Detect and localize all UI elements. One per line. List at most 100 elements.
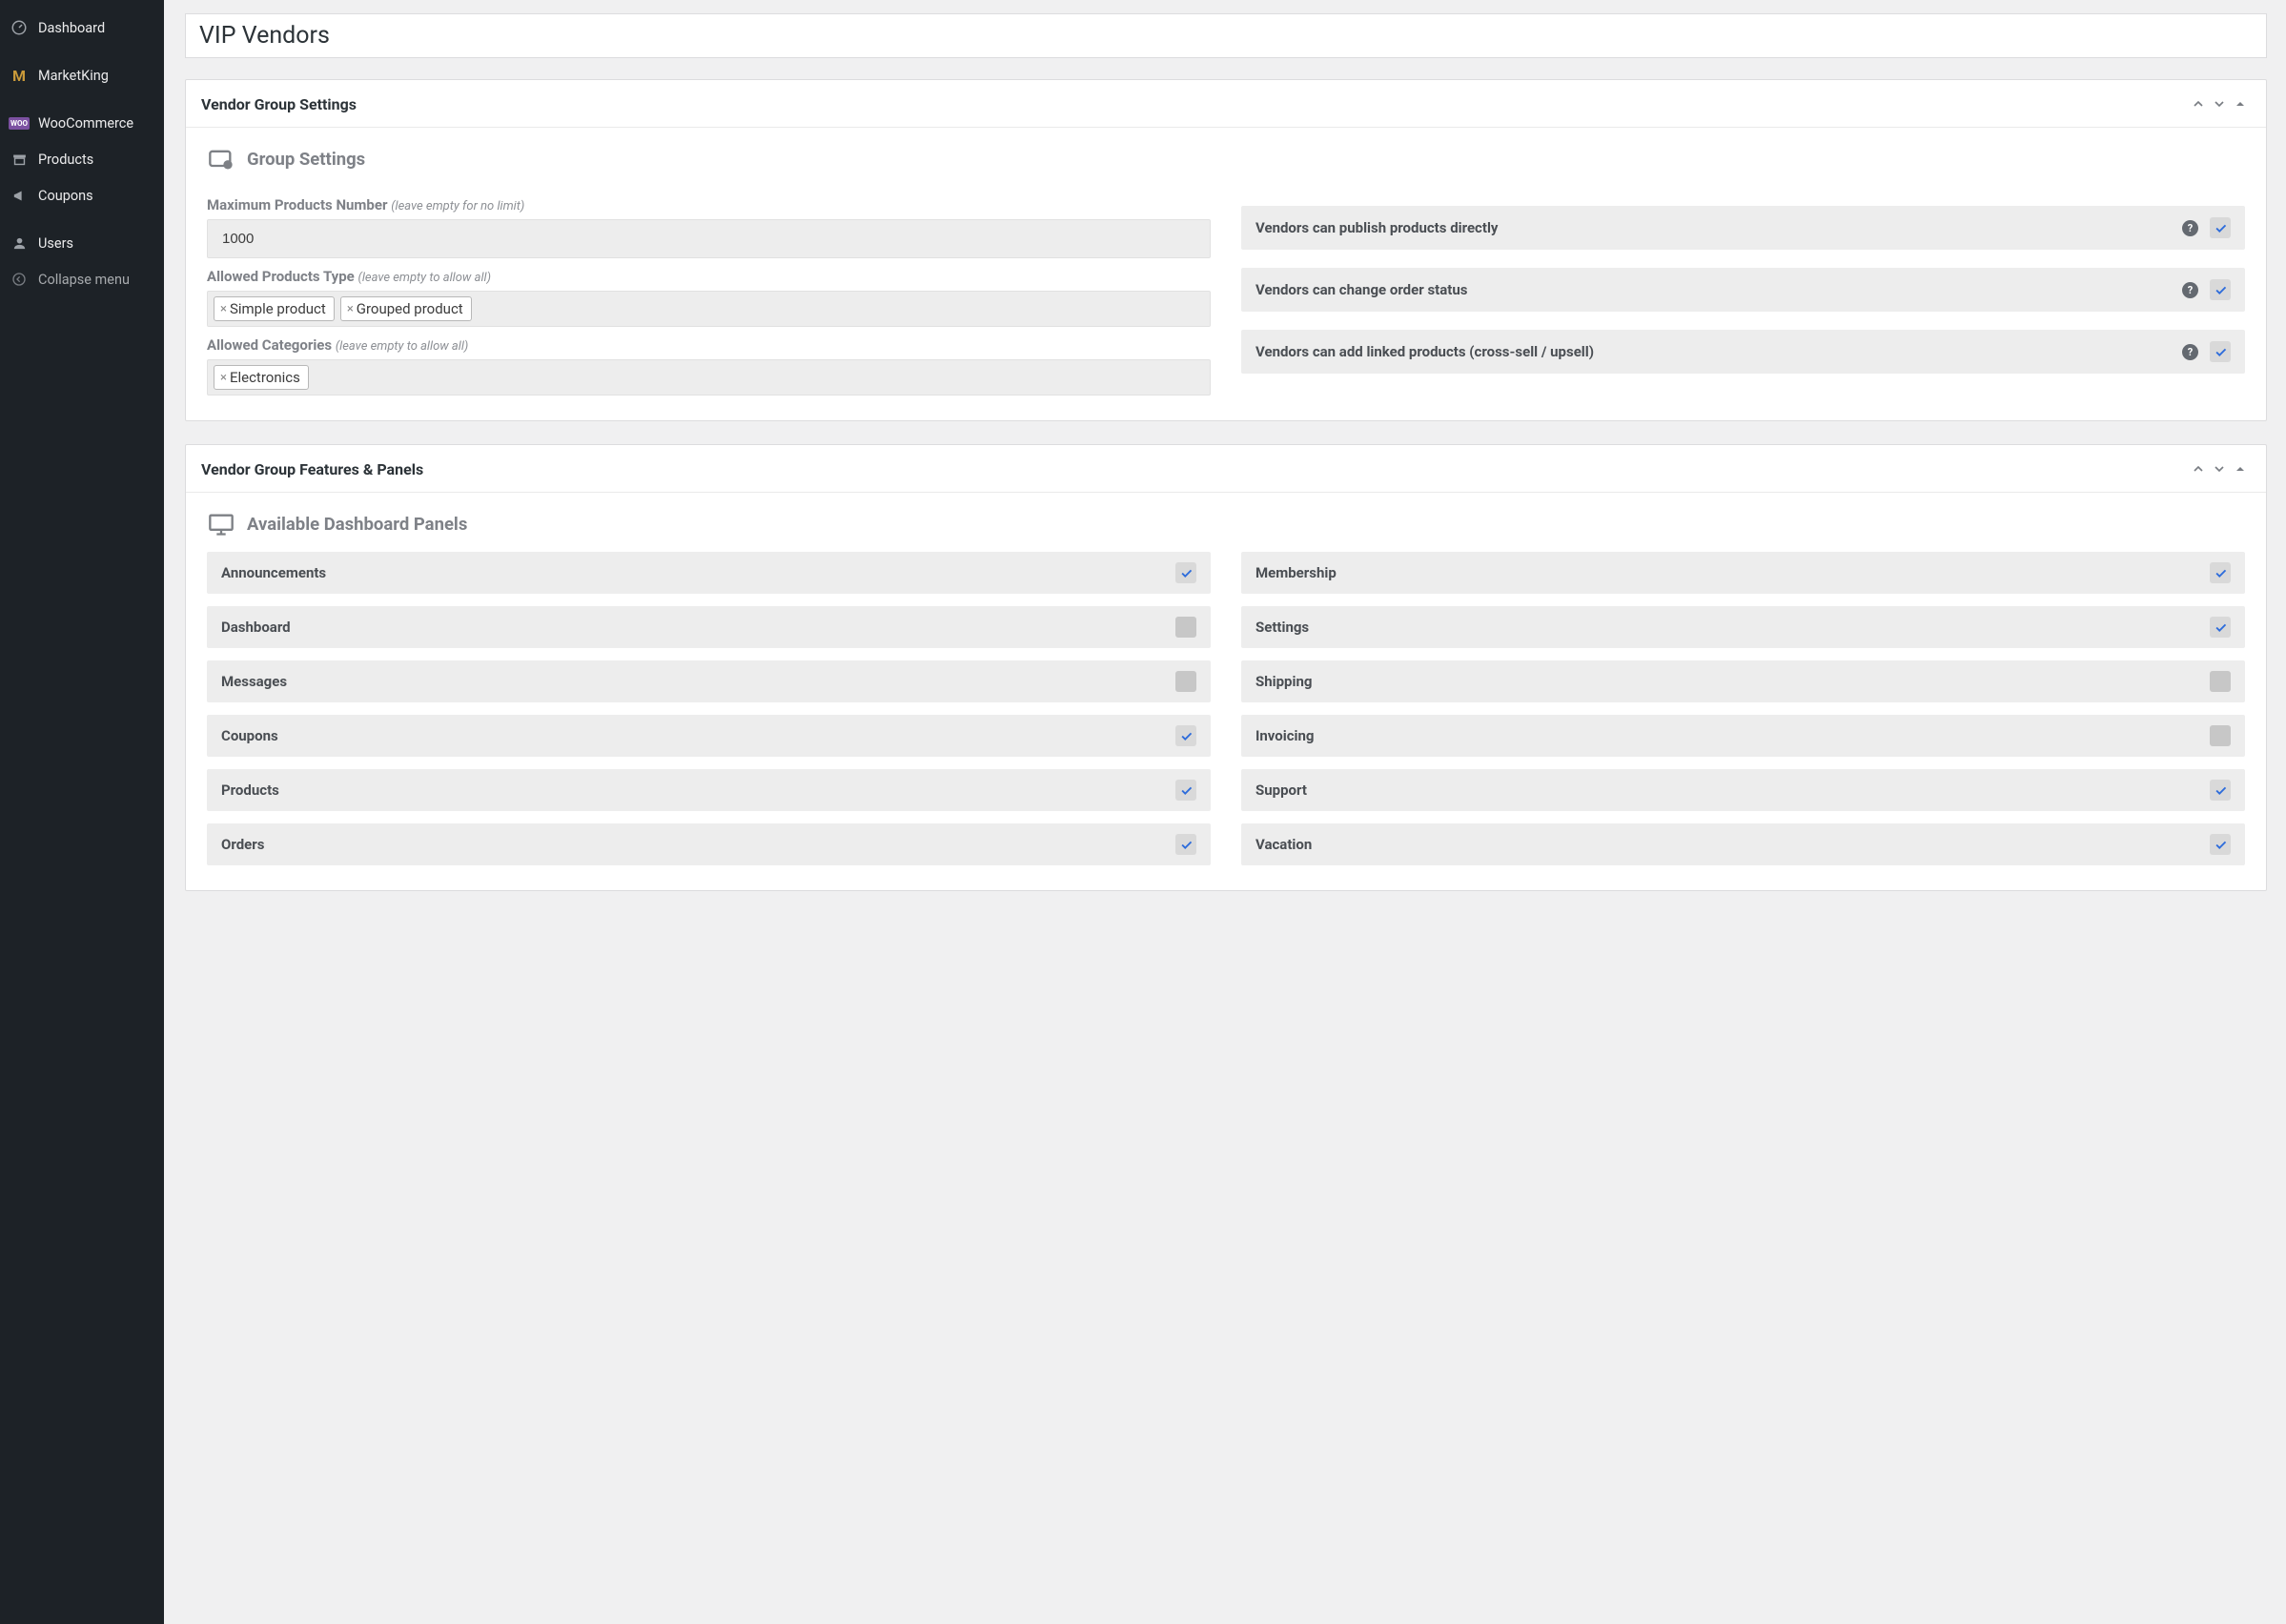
sidebar-item-woocommerce[interactable]: WOO WooCommerce [0,105,164,141]
panel-label: Shipping [1255,673,2210,690]
chip-grouped-product: × Grouped product [340,296,472,321]
settings-card-icon [207,145,235,173]
toggle-label: Vendors can publish products directly [1255,219,2182,236]
help-icon[interactable]: ? [2182,220,2198,236]
panel-checkbox[interactable] [1175,617,1196,638]
panel-label: Invoicing [1255,727,2210,744]
permission-toggle-row: Vendors can add linked products (cross-s… [1241,330,2245,374]
panel-label: Dashboard [221,619,1175,636]
remove-chip-icon[interactable]: × [347,302,354,316]
panel-checkbox[interactable] [2210,834,2231,855]
dashboard-panel-row: Products [207,769,1211,811]
user-icon [10,233,29,253]
chevron-down-icon[interactable] [2209,458,2230,479]
allowed-categories-label: Allowed Categories (leave empty to allow… [207,336,1211,354]
sidebar-item-label: MarketKing [38,68,109,84]
dashboard-panel-row: Messages [207,660,1211,702]
sidebar-item-products[interactable]: Products [0,141,164,177]
dashboard-panel-row: Coupons [207,715,1211,757]
caret-up-icon[interactable] [2230,93,2251,114]
admin-sidebar: Dashboard M MarketKing WOO WooCommerce P… [0,0,164,1624]
sidebar-item-label: Products [38,152,93,168]
dashboard-panel-row: Vacation [1241,823,2245,865]
panel-checkbox[interactable] [2210,617,2231,638]
collapse-icon [10,270,29,289]
chip-simple-product: × Simple product [214,296,335,321]
panel-label: Settings [1255,619,2210,636]
panel-label: Products [221,782,1175,799]
sidebar-item-marketking[interactable]: M MarketKing [0,57,164,93]
panel-checkbox[interactable] [1175,725,1196,746]
panel-header: Vendor Group Settings [186,80,2266,128]
dashboard-panel-row: Membership [1241,552,2245,594]
panel-checkbox[interactable] [2210,780,2231,801]
monitor-icon [207,510,235,538]
permission-toggle-row: Vendors can publish products directly? [1241,206,2245,250]
sidebar-item-dashboard[interactable]: Dashboard [0,10,164,46]
panel-header: Vendor Group Features & Panels [186,445,2266,493]
sidebar-item-label: Dashboard [38,20,105,36]
toggle-checkbox[interactable] [2210,341,2231,362]
vendor-group-features-panel: Vendor Group Features & Panels Available… [185,444,2267,891]
dashboard-panel-row: Dashboard [207,606,1211,648]
help-icon[interactable]: ? [2182,282,2198,298]
chip-electronics: × Electronics [214,365,309,390]
sidebar-item-users[interactable]: Users [0,225,164,261]
toggle-checkbox[interactable] [2210,217,2231,238]
sidebar-item-label: Coupons [38,188,93,204]
megaphone-icon [10,186,29,205]
section-heading: Available Dashboard Panels [247,514,467,535]
sidebar-item-label: WooCommerce [38,115,133,132]
chevron-down-icon[interactable] [2209,93,2230,114]
panel-label: Orders [221,836,1175,853]
page-title-box: VIP Vendors [185,13,2267,58]
woocommerce-icon: WOO [10,113,29,132]
panel-checkbox[interactable] [2210,671,2231,692]
dashboard-panel-row: Shipping [1241,660,2245,702]
dashboard-icon [10,18,29,37]
dashboard-panel-row: Settings [1241,606,2245,648]
max-products-input[interactable] [207,219,1211,258]
remove-chip-icon[interactable]: × [220,302,227,316]
toggle-label: Vendors can add linked products (cross-s… [1255,343,2182,360]
allowed-types-label: Allowed Products Type (leave empty to al… [207,268,1211,285]
dashboard-panel-row: Invoicing [1241,715,2245,757]
sidebar-item-collapse[interactable]: Collapse menu [0,261,164,297]
toggle-checkbox[interactable] [2210,279,2231,300]
allowed-types-input[interactable]: × Simple product × Grouped product [207,291,1211,327]
panel-checkbox[interactable] [1175,780,1196,801]
marketking-icon: M [10,66,29,85]
panel-checkbox[interactable] [1175,671,1196,692]
dashboard-panel-row: Announcements [207,552,1211,594]
page-title: VIP Vendors [199,22,2253,50]
permission-toggle-row: Vendors can change order status? [1241,268,2245,312]
chevron-up-icon[interactable] [2188,458,2209,479]
panel-title: Vendor Group Settings [201,95,2188,113]
dashboard-panel-row: Orders [207,823,1211,865]
sidebar-item-coupons[interactable]: Coupons [0,177,164,213]
panel-title: Vendor Group Features & Panels [201,460,2188,478]
section-heading: Group Settings [247,149,365,170]
chevron-up-icon[interactable] [2188,93,2209,114]
sidebar-item-label: Users [38,235,73,252]
panel-label: Announcements [221,564,1175,581]
panel-label: Vacation [1255,836,2210,853]
dashboard-panel-row: Support [1241,769,2245,811]
panel-label: Membership [1255,564,2210,581]
vendor-group-settings-panel: Vendor Group Settings Group Settings Max… [185,79,2267,421]
panel-checkbox[interactable] [2210,562,2231,583]
panel-checkbox[interactable] [1175,562,1196,583]
panel-label: Support [1255,782,2210,799]
panel-checkbox[interactable] [2210,725,2231,746]
max-products-label: Maximum Products Number (leave empty for… [207,196,1211,213]
caret-up-icon[interactable] [2230,458,2251,479]
panel-label: Messages [221,673,1175,690]
archive-icon [10,150,29,169]
toggle-label: Vendors can change order status [1255,281,2182,298]
help-icon[interactable]: ? [2182,344,2198,360]
allowed-categories-input[interactable]: × Electronics [207,359,1211,396]
panel-label: Coupons [221,727,1175,744]
panel-checkbox[interactable] [1175,834,1196,855]
remove-chip-icon[interactable]: × [220,371,227,385]
sidebar-item-label: Collapse menu [38,272,130,288]
